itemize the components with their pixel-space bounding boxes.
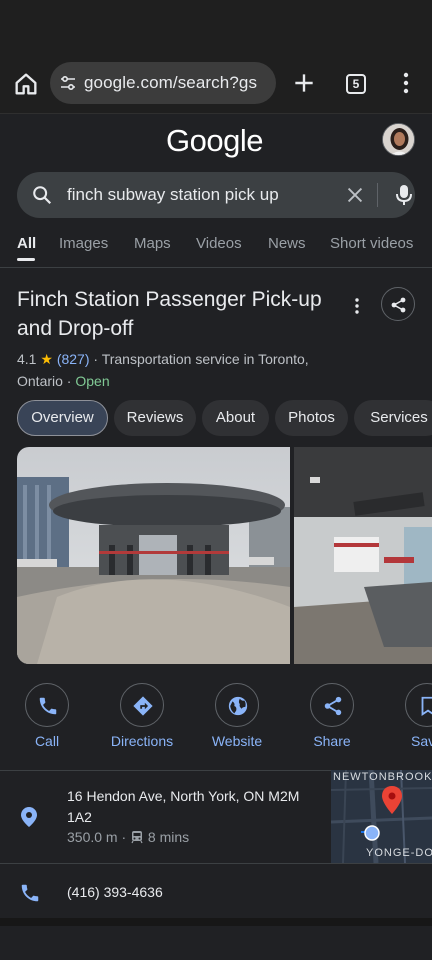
- phone-divider: [0, 863, 432, 864]
- map-label-bottom: YONGE-DO: [366, 847, 432, 859]
- new-tab-icon[interactable]: [291, 70, 317, 96]
- place-photo-interior[interactable]: [294, 447, 432, 664]
- search-tabs: All Images Maps Videos News Short videos: [0, 230, 432, 266]
- call-icon-circle: [25, 683, 69, 727]
- bottom-area: [0, 926, 432, 960]
- place-actions: Call Directions Website Share Sav: [0, 683, 432, 753]
- search-input[interactable]: finch subway station pick up: [67, 185, 279, 205]
- tab-maps[interactable]: Maps: [134, 235, 171, 252]
- directions-label: Directions: [110, 733, 174, 749]
- share-place-button[interactable]: Share: [284, 683, 380, 749]
- place-title: Finch Station Passenger Pick-up and Drop…: [17, 288, 322, 340]
- address-distance: 350.0 m · 8 mins: [67, 829, 189, 845]
- share-button[interactable]: [381, 287, 415, 321]
- bookmark-icon: [421, 696, 432, 716]
- phone-icon: [39, 697, 57, 715]
- tab-videos[interactable]: Videos: [196, 235, 242, 252]
- share-label: Share: [313, 733, 351, 749]
- place-photo-exterior[interactable]: [17, 447, 290, 664]
- chip-about[interactable]: About: [202, 400, 269, 436]
- website-button[interactable]: Website: [189, 683, 285, 749]
- chip-services[interactable]: Services: [354, 400, 432, 436]
- tab-short-videos[interactable]: Short videos: [330, 235, 413, 252]
- star-icon: ★: [40, 351, 53, 367]
- directions-icon: [133, 696, 153, 716]
- save-label: Save: [411, 733, 432, 749]
- save-button[interactable]: Save: [379, 683, 432, 749]
- place-rating-line: 4.1 ★ (827) · Transportation service in …: [17, 351, 309, 368]
- phone-number[interactable]: (416) 393-4636: [67, 884, 163, 900]
- home-icon[interactable]: [12, 70, 40, 98]
- transit-time: 8 mins: [147, 829, 190, 845]
- site-settings-icon[interactable]: [59, 74, 77, 92]
- globe-icon: [228, 696, 248, 716]
- rating-value: 4.1: [17, 351, 37, 367]
- mini-map[interactable]: NEWTONBROOK YONGE-DO: [331, 770, 432, 863]
- chip-overview[interactable]: Overview: [17, 400, 108, 436]
- open-status: Open: [75, 373, 110, 389]
- call-button[interactable]: Call: [0, 683, 95, 749]
- place-region: Ontario ·: [17, 373, 72, 389]
- location-pin-icon: [21, 807, 37, 827]
- tabs-divider: [0, 267, 432, 268]
- status-bar: [0, 0, 432, 56]
- share-icon-circle: [310, 683, 354, 727]
- directions-icon-circle: [120, 683, 164, 727]
- more-options-icon[interactable]: [349, 296, 365, 316]
- map-label-top: NEWTONBROOK: [333, 771, 432, 783]
- website-label: Website: [211, 733, 263, 749]
- place-category: · Transportation service in Toronto,: [93, 351, 309, 367]
- save-icon-circle: [405, 683, 432, 727]
- active-tab-indicator: [17, 258, 35, 261]
- review-count-link[interactable]: (827): [57, 351, 90, 367]
- distance-text: 350.0 m ·: [67, 829, 127, 845]
- more-menu-icon[interactable]: [394, 70, 418, 96]
- search-icon[interactable]: [31, 184, 53, 206]
- chip-reviews[interactable]: Reviews: [114, 400, 196, 436]
- tab-images[interactable]: Images: [59, 235, 108, 252]
- share-icon: [391, 297, 406, 313]
- url-text: google.com/search?gs: [84, 73, 258, 92]
- share-icon: [324, 696, 342, 716]
- website-icon-circle: [215, 683, 259, 727]
- address-bar[interactable]: google.com/search?gs: [50, 62, 276, 104]
- call-label: Call: [34, 733, 60, 749]
- mic-icon[interactable]: [395, 183, 413, 207]
- tab-all[interactable]: All: [17, 235, 36, 252]
- chip-photos[interactable]: Photos: [275, 400, 348, 436]
- google-logo[interactable]: Google: [166, 123, 263, 159]
- place-status-line: Ontario · Open: [17, 373, 110, 389]
- address-text[interactable]: 16 Hendon Ave, North York, ON M2M 1A2: [67, 786, 317, 828]
- directions-button[interactable]: Directions: [94, 683, 190, 749]
- browser-toolbar: google.com/search?gs 5: [0, 56, 432, 112]
- phone-icon: [21, 884, 39, 902]
- clear-icon[interactable]: [344, 184, 366, 206]
- search-divider: [377, 183, 378, 207]
- search-box[interactable]: finch subway station pick up: [17, 172, 415, 218]
- tab-news[interactable]: News: [268, 235, 306, 252]
- transit-icon: [131, 831, 143, 844]
- avatar[interactable]: [382, 123, 415, 156]
- tab-switcher-button[interactable]: 5: [346, 74, 366, 94]
- section-separator: [0, 918, 432, 926]
